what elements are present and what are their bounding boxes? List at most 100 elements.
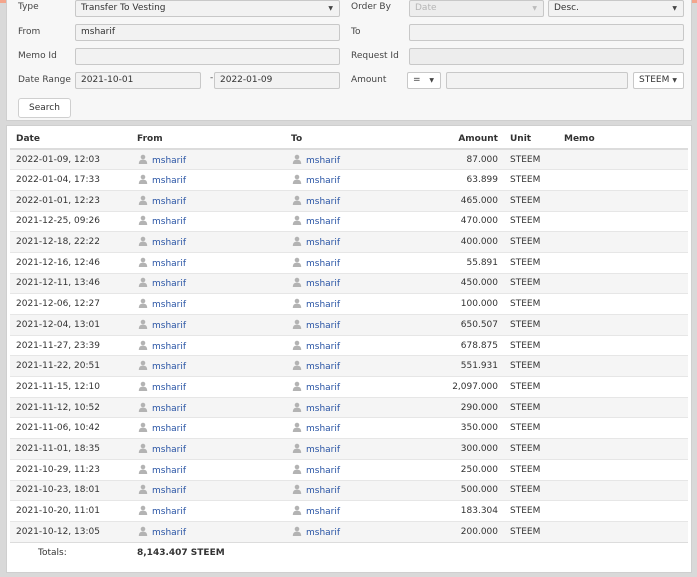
row-amount: 650.507: [440, 314, 504, 336]
to-account-link[interactable]: msharif: [306, 238, 340, 248]
row-to-cell: msharif: [285, 500, 440, 522]
from-account-link[interactable]: msharif: [152, 342, 186, 352]
table-row: 2021-11-22, 20:51 msharif msharif 551.931 ST…: [10, 355, 688, 377]
order-direction-select[interactable]: Desc. ▼: [548, 0, 684, 17]
row-unit: STEEM: [504, 458, 558, 480]
from-account-link[interactable]: msharif: [152, 507, 186, 517]
order-by-select[interactable]: Date ▼: [409, 0, 544, 17]
row-from-cell: msharif: [131, 334, 285, 356]
row-amount: 470.000: [440, 210, 504, 232]
column-header-memo[interactable]: Memo: [558, 129, 688, 150]
search-button[interactable]: Search: [18, 98, 71, 118]
amount-operator-value: =: [413, 75, 421, 85]
type-select[interactable]: Transfer To Vesting ▼: [75, 0, 340, 17]
date-from-input[interactable]: 2021-10-01: [75, 72, 201, 89]
from-account-link[interactable]: msharif: [152, 424, 186, 434]
from-account-link[interactable]: msharif: [152, 176, 186, 186]
amount-operator-select[interactable]: = ▼: [407, 72, 441, 89]
column-header-to[interactable]: To: [285, 129, 440, 150]
to-account-link[interactable]: msharif: [306, 300, 340, 310]
row-date: 2021-11-22, 20:51: [10, 355, 131, 377]
from-account-link[interactable]: msharif: [152, 486, 186, 496]
to-account-link[interactable]: msharif: [306, 342, 340, 352]
totals-row: Totals: 8,143.407 STEEM: [10, 541, 688, 565]
user-icon: [138, 216, 148, 226]
row-unit: STEEM: [504, 417, 558, 439]
from-account-link[interactable]: msharif: [152, 300, 186, 310]
to-account-link[interactable]: msharif: [306, 217, 340, 227]
chevron-down-icon: ▼: [328, 5, 333, 12]
row-amount: 290.000: [440, 396, 504, 418]
row-unit: STEEM: [504, 355, 558, 377]
row-from-cell: msharif: [131, 438, 285, 460]
to-account-link[interactable]: msharif: [306, 445, 340, 455]
row-to-cell: msharif: [285, 520, 440, 543]
to-account-link[interactable]: msharif: [306, 156, 340, 166]
from-account-link[interactable]: msharif: [152, 197, 186, 207]
date-range-label: Date Range: [18, 75, 71, 85]
from-account-link[interactable]: msharif: [152, 156, 186, 166]
to-account-link[interactable]: msharif: [306, 404, 340, 414]
to-account-link[interactable]: msharif: [306, 383, 340, 393]
from-account-link[interactable]: msharif: [152, 259, 186, 269]
user-icon: [292, 216, 302, 226]
to-account-link[interactable]: msharif: [306, 486, 340, 496]
date-to-input[interactable]: 2022-01-09: [214, 72, 340, 89]
to-account-link[interactable]: msharif: [306, 528, 340, 538]
row-memo: [558, 438, 688, 460]
from-input[interactable]: msharif: [75, 24, 340, 41]
to-account-link[interactable]: msharif: [306, 466, 340, 476]
from-account-link[interactable]: msharif: [152, 466, 186, 476]
currency-select[interactable]: STEEM ▼: [633, 72, 684, 89]
row-memo: [558, 314, 688, 336]
date-range-separator: -: [210, 73, 214, 83]
to-account-link[interactable]: msharif: [306, 259, 340, 269]
from-account-link[interactable]: msharif: [152, 445, 186, 455]
from-account-link[interactable]: msharif: [152, 362, 186, 372]
chevron-down-icon: ▼: [532, 5, 537, 12]
filter-panel: Type Transfer To Vesting ▼ Order By Date…: [6, 0, 692, 121]
row-amount: 678.875: [440, 334, 504, 356]
to-account-link[interactable]: msharif: [306, 424, 340, 434]
row-amount: 200.000: [440, 520, 504, 543]
from-account-link[interactable]: msharif: [152, 404, 186, 414]
row-amount: 183.304: [440, 500, 504, 522]
row-to-cell: msharif: [285, 334, 440, 356]
from-account-link[interactable]: msharif: [152, 279, 186, 289]
user-icon: [138, 360, 148, 371]
to-account-link[interactable]: msharif: [306, 279, 340, 289]
to-account-link[interactable]: msharif: [306, 176, 340, 186]
row-date: 2021-10-23, 18:01: [10, 479, 131, 501]
row-from-cell: msharif: [131, 520, 285, 543]
to-account-link[interactable]: msharif: [306, 321, 340, 331]
table-row: 2021-10-12, 13:05 msharif msharif 200.000 ST…: [10, 520, 688, 543]
user-icon: [138, 422, 148, 433]
amount-input[interactable]: [446, 72, 628, 89]
to-account-link[interactable]: msharif: [306, 507, 340, 517]
to-account-link[interactable]: msharif: [306, 362, 340, 372]
currency-value: STEEM: [639, 75, 670, 85]
row-from-cell: msharif: [131, 314, 285, 336]
memo-id-input[interactable]: [75, 48, 340, 65]
from-account-link[interactable]: msharif: [152, 528, 186, 538]
row-to-cell: msharif: [285, 272, 440, 294]
to-account-link[interactable]: msharif: [306, 197, 340, 207]
column-header-date[interactable]: Date: [10, 129, 131, 150]
row-unit: STEEM: [504, 251, 558, 274]
from-account-link[interactable]: msharif: [152, 321, 186, 331]
request-id-input[interactable]: [409, 48, 684, 65]
from-account-link[interactable]: msharif: [152, 383, 186, 393]
column-header-from[interactable]: From: [131, 129, 285, 150]
from-account-link[interactable]: msharif: [152, 238, 186, 248]
row-amount: 2,097.000: [440, 376, 504, 398]
user-icon: [138, 443, 148, 453]
from-account-link[interactable]: msharif: [152, 217, 186, 227]
row-unit: STEEM: [504, 272, 558, 294]
column-header-unit[interactable]: Unit: [504, 129, 558, 150]
user-icon: [138, 195, 148, 205]
row-to-cell: msharif: [285, 210, 440, 232]
to-input[interactable]: [409, 24, 684, 41]
row-from-cell: msharif: [131, 148, 285, 170]
column-header-amount[interactable]: Amount: [440, 129, 504, 150]
row-unit: STEEM: [504, 396, 558, 418]
